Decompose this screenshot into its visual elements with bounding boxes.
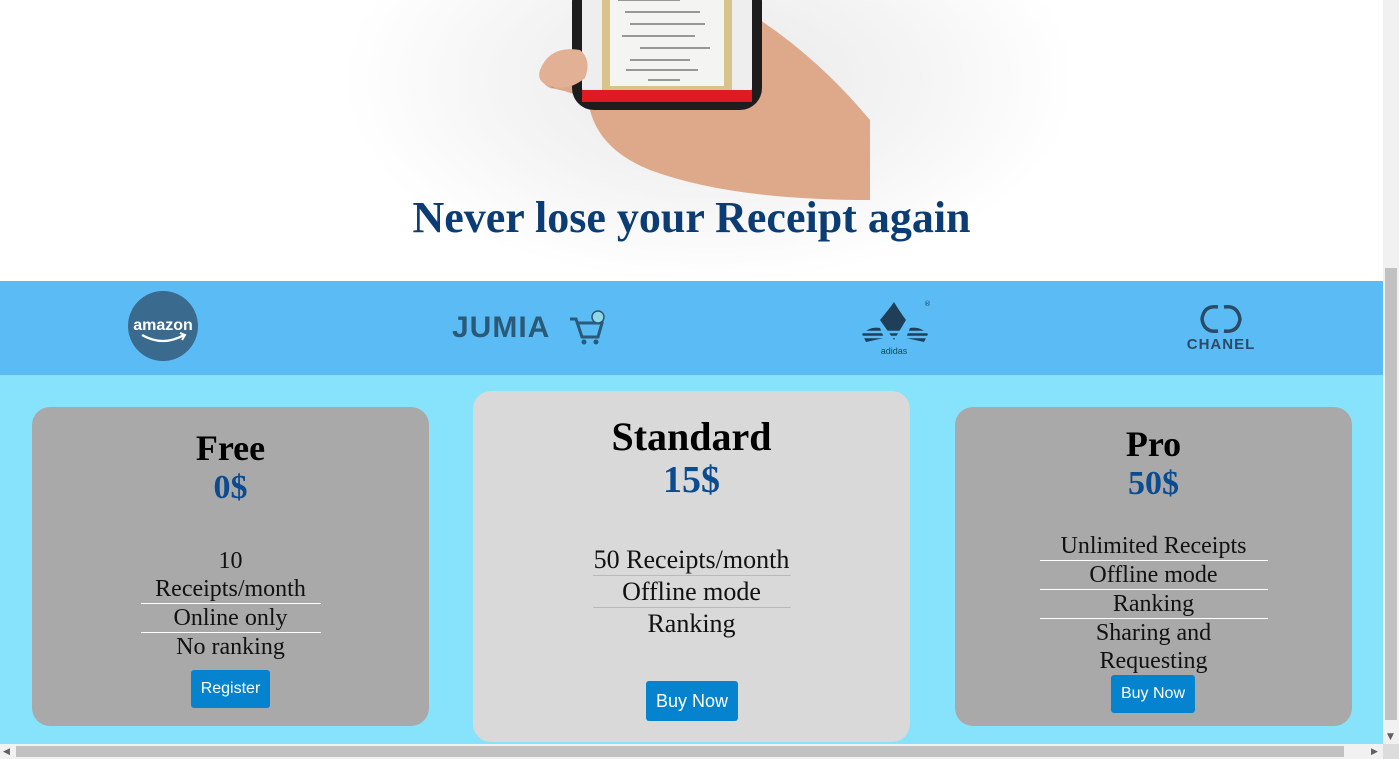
feature-item: 50 Receipts/month — [592, 545, 791, 576]
vertical-scrollbar-thumb[interactable] — [1385, 268, 1397, 720]
amazon-logo: amazon — [128, 291, 198, 361]
hero-title: Never lose your Receipt again — [412, 193, 971, 242]
plan-price: 50$ — [1128, 465, 1179, 502]
feature-item: 10 Receipts/month — [140, 547, 321, 604]
jumia-logo: JUMIA — [452, 310, 605, 345]
scrollbar-corner — [1383, 744, 1399, 759]
feature-item: Online only — [140, 604, 321, 633]
feature-item: Sharing and Requesting — [1095, 620, 1212, 674]
feature-item: Offline mode — [1039, 561, 1268, 590]
plan-name: Free — [195, 428, 266, 468]
feature-item: Unlimited Receipts — [1039, 532, 1268, 561]
feature-item: No ranking — [176, 634, 285, 660]
plan-card-pro: Pro 50$ Unlimited Receipts Offline mode … — [955, 407, 1352, 726]
hand-phone-receipt-image — [539, 0, 870, 200]
feature-item: Offline mode — [592, 576, 791, 608]
svg-text:CHANEL: CHANEL — [1187, 336, 1256, 353]
plan-price: 0$ — [213, 469, 248, 506]
scroll-down-arrow-icon[interactable]: ▼ — [1387, 732, 1394, 742]
register-button[interactable]: Register — [191, 670, 270, 708]
scroll-left-arrow-icon[interactable]: ◀ — [3, 747, 10, 757]
pricing-section: Free 0$ 10 Receipts/month Online only No… — [0, 375, 1383, 744]
feature-item: Ranking — [647, 609, 736, 638]
svg-text:adidas: adidas — [881, 346, 908, 356]
svg-text:®: ® — [924, 300, 930, 308]
svg-text:JUMIA: JUMIA — [452, 311, 550, 344]
hero-section: Never lose your Receipt again — [0, 0, 1383, 281]
chanel-logo: CHANEL — [1187, 305, 1256, 353]
plan-name: Standard — [611, 414, 772, 459]
buy-now-button-standard[interactable]: Buy Now — [646, 681, 738, 721]
horizontal-scrollbar-thumb[interactable] — [16, 746, 1344, 757]
feature-item: Ranking — [1039, 590, 1268, 619]
plan-card-free: Free 0$ 10 Receipts/month Online only No… — [32, 407, 429, 726]
plan-features: 50 Receipts/month Offline mode Ranking — [473, 544, 910, 639]
brand-logos-strip: amazon JUMIA adidas ® CHANEL — [0, 281, 1383, 375]
plan-card-standard: Standard 15$ 50 Receipts/month Offline m… — [473, 391, 910, 742]
plan-features: Unlimited Receipts Offline mode Ranking … — [955, 532, 1352, 675]
buy-now-button-pro[interactable]: Buy Now — [1111, 675, 1195, 713]
plan-features: 10 Receipts/month Online only No ranking — [32, 547, 429, 661]
adidas-logo: adidas ® — [860, 300, 930, 356]
plan-price: 15$ — [663, 459, 720, 501]
plan-name: Pro — [1125, 424, 1182, 464]
scroll-right-arrow-icon[interactable]: ▶ — [1371, 747, 1378, 757]
svg-text:amazon: amazon — [133, 317, 193, 334]
